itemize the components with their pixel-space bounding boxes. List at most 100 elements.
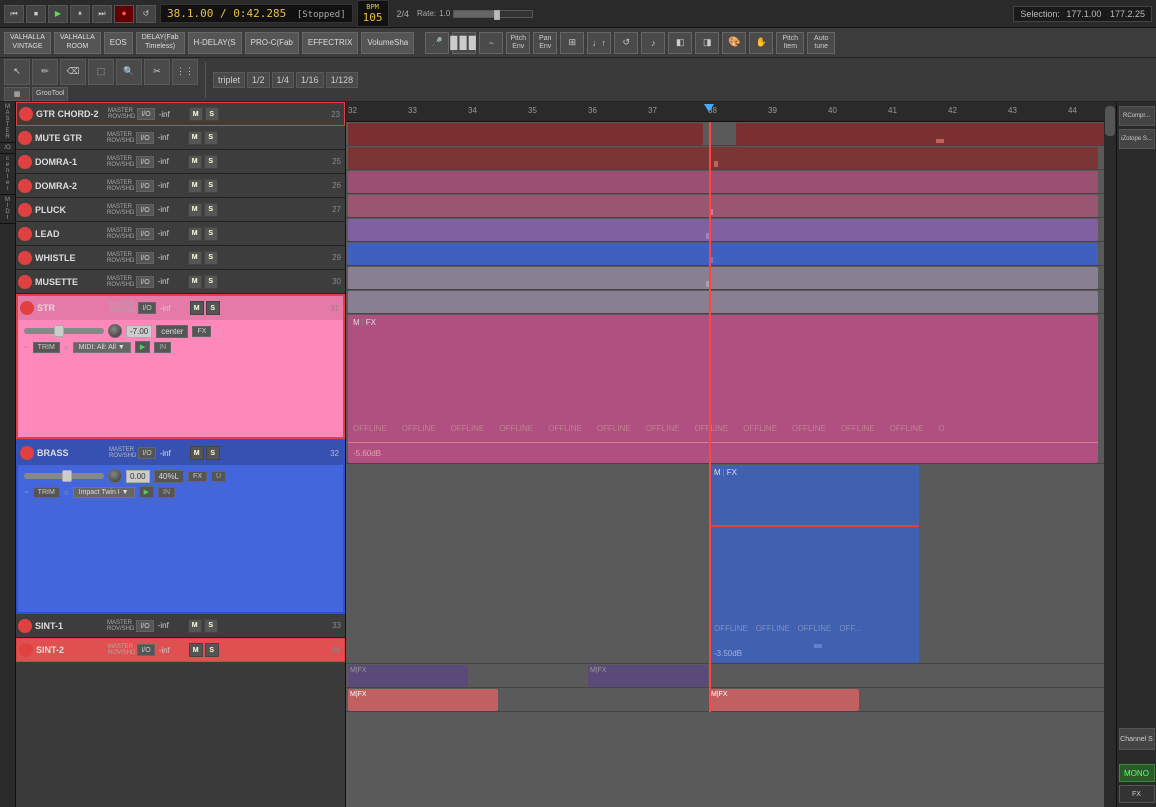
brass-fx-btn[interactable]: FX	[188, 471, 207, 482]
plugin-valhalla-room[interactable]: VALHALLAROOM	[54, 32, 101, 54]
track-io-str[interactable]: I/O	[138, 302, 155, 314]
arrange-domra2[interactable]	[346, 194, 1116, 218]
plugin-volumesha[interactable]: VolumeSha	[361, 32, 414, 54]
str-fader[interactable]	[24, 328, 104, 334]
str-play-btn[interactable]: ▶	[135, 341, 150, 353]
solo-btn-whistle[interactable]: S	[204, 251, 218, 265]
mute-btn-whistle[interactable]: M	[188, 251, 202, 265]
solo-btn-sint1[interactable]: S	[204, 619, 218, 633]
rewind-button[interactable]: ⏮	[4, 5, 24, 23]
note-icon[interactable]: ♪	[641, 32, 665, 54]
select-tool[interactable]: ⬚	[88, 59, 114, 85]
loop-icon[interactable]: ↺	[614, 32, 638, 54]
palette-icon[interactable]: 🎨	[722, 32, 746, 54]
brass-fader[interactable]	[24, 473, 104, 479]
str-in-btn[interactable]: IN	[154, 342, 171, 353]
pause-button[interactable]: ⏸	[70, 5, 90, 23]
plugin-delay-fab[interactable]: DELAY(FabTimeless)	[136, 32, 185, 54]
track-io-sint1[interactable]: I/O	[136, 620, 153, 632]
mute-btn-brass[interactable]: M	[190, 446, 204, 460]
quantize-quarter[interactable]: 1/4	[272, 72, 295, 88]
clip-pluck[interactable]	[348, 219, 1098, 241]
arrange-domra1[interactable]	[346, 170, 1116, 194]
quantize-128th[interactable]: 1/128	[326, 72, 359, 88]
zoom-tool[interactable]: 🔍	[116, 59, 142, 85]
clip-domra1[interactable]	[348, 171, 1098, 193]
arrange-brass[interactable]: M|FX OFFLINEOFFLINEOFFLINEOFF... -3.50dB	[346, 464, 1116, 664]
track-io-brass[interactable]: I/O	[138, 447, 155, 459]
track-io-gtr-chord2[interactable]: I/O	[137, 108, 154, 120]
clip-lead[interactable]	[348, 243, 1098, 265]
arrange-pluck[interactable]	[346, 218, 1116, 242]
brass-trim-btn[interactable]: TRIM	[33, 487, 60, 498]
plugin-effectrix[interactable]: EFFECTRIX	[302, 32, 358, 54]
arrange-lead[interactable]	[346, 242, 1116, 266]
groovetool-btn[interactable]: GrooTool	[32, 87, 68, 101]
str-midi-btn[interactable]: MIDI: All: All ▼	[73, 342, 131, 353]
loop-button[interactable]: ↺	[136, 5, 156, 23]
solo-btn-sint2[interactable]: S	[205, 643, 219, 657]
arrange-gtr-chord2[interactable]	[346, 122, 1116, 146]
arrange-vscrollbar[interactable]	[1104, 102, 1116, 807]
arrange-mute-gtr[interactable]	[346, 146, 1116, 170]
scrollbar-thumb[interactable]	[1105, 106, 1115, 136]
str-knob[interactable]	[108, 324, 122, 338]
clip-brass[interactable]: M|FX OFFLINEOFFLINEOFFLINEOFF... -3.50dB	[709, 465, 919, 663]
clip-sint2-a[interactable]: M|FX	[348, 689, 498, 711]
plugin-eos[interactable]: EOS	[104, 32, 133, 54]
pencil-tool[interactable]: ✏	[32, 59, 58, 85]
mute-btn-lead[interactable]: M	[188, 227, 202, 241]
track-io-sint2[interactable]: I/O	[137, 644, 154, 656]
bar-left-icon[interactable]: ◧	[668, 32, 692, 54]
grid-view-btn[interactable]: ⋮⋮	[172, 59, 198, 85]
brass-play-btn[interactable]: ▶	[139, 486, 154, 498]
solo-btn-gtr-chord2[interactable]: S	[205, 107, 219, 121]
solo-btn-mute-gtr[interactable]: S	[204, 131, 218, 145]
arrange-sint2[interactable]: M|FX M|FX	[346, 688, 1116, 712]
right-fx-btn[interactable]: FX	[1119, 785, 1155, 803]
arrange-view[interactable]: 32 33 34 35 36 37 38 39 40 41 42 43 44	[346, 102, 1116, 807]
clip-mute-gtr[interactable]	[348, 147, 1098, 169]
bar-right-icon[interactable]: ◨	[695, 32, 719, 54]
brass-u-btn[interactable]: U	[211, 471, 226, 482]
stop-button[interactable]: ⏹	[26, 5, 46, 23]
mute-btn-sint2[interactable]: M	[189, 643, 203, 657]
clip-str[interactable]: M|FX OFFLINEOFFLINEOFFLINEOFFLINEOFFLINE…	[348, 315, 1098, 463]
pitch-env-icon[interactable]: PitchEnv	[506, 32, 530, 54]
solo-btn-pluck[interactable]: S	[204, 203, 218, 217]
solo-btn-musette[interactable]: S	[204, 275, 218, 289]
izotope-btn[interactable]: iZotope S...	[1119, 129, 1155, 149]
clip-whistle[interactable]	[348, 267, 1098, 289]
split-tool[interactable]: ✂	[144, 59, 170, 85]
arrange-str[interactable]: M|FX OFFLINEOFFLINEOFFLINEOFFLINEOFFLINE…	[346, 314, 1116, 464]
autotune-btn[interactable]: Autotune	[807, 32, 835, 54]
clip-domra2[interactable]	[348, 195, 1098, 217]
channel-strip-btn[interactable]: Channel S	[1119, 728, 1155, 750]
mute-btn-pluck[interactable]: M	[188, 203, 202, 217]
clip-musette[interactable]	[348, 291, 1098, 313]
rcompress-btn[interactable]: RCompr...	[1119, 106, 1155, 126]
clip-gtr-chord2-b[interactable]	[736, 123, 1116, 145]
quantize-16th[interactable]: 1/16	[296, 72, 324, 88]
str-trim-btn[interactable]: TRIM	[33, 342, 60, 353]
mute-btn-sint1[interactable]: M	[188, 619, 202, 633]
arrange-musette[interactable]	[346, 290, 1116, 314]
mute-btn-mute-gtr[interactable]: M	[188, 131, 202, 145]
curve-icon[interactable]: ~	[479, 32, 503, 54]
mic-icon[interactable]: 🎤	[425, 32, 449, 54]
clip-sint1-a[interactable]: M|FX	[348, 665, 468, 687]
plugin-proc[interactable]: PRO-C(Fab	[245, 32, 299, 54]
grid-icon[interactable]: ⊞	[560, 32, 584, 54]
pitch-item-btn[interactable]: PitchItem	[776, 32, 804, 54]
track-io-musette[interactable]: I/O	[136, 276, 153, 288]
note-up-icon[interactable]: ♩↑	[587, 32, 611, 54]
solo-btn-domra2[interactable]: S	[204, 179, 218, 193]
meter-bars-icon[interactable]: ▊▊▊	[452, 32, 476, 54]
mute-btn-str[interactable]: M	[190, 301, 204, 315]
clip-sint2-b[interactable]: M|FX	[709, 689, 859, 711]
plugin-valhalla-vintage[interactable]: VALHALLAVINTAGE	[4, 32, 51, 54]
forward-button[interactable]: ⏭	[92, 5, 112, 23]
brass-midi-btn[interactable]: Impact Twin I ▼	[73, 487, 135, 498]
solo-btn-lead[interactable]: S	[204, 227, 218, 241]
snap-btn[interactable]: ▦	[4, 87, 30, 101]
